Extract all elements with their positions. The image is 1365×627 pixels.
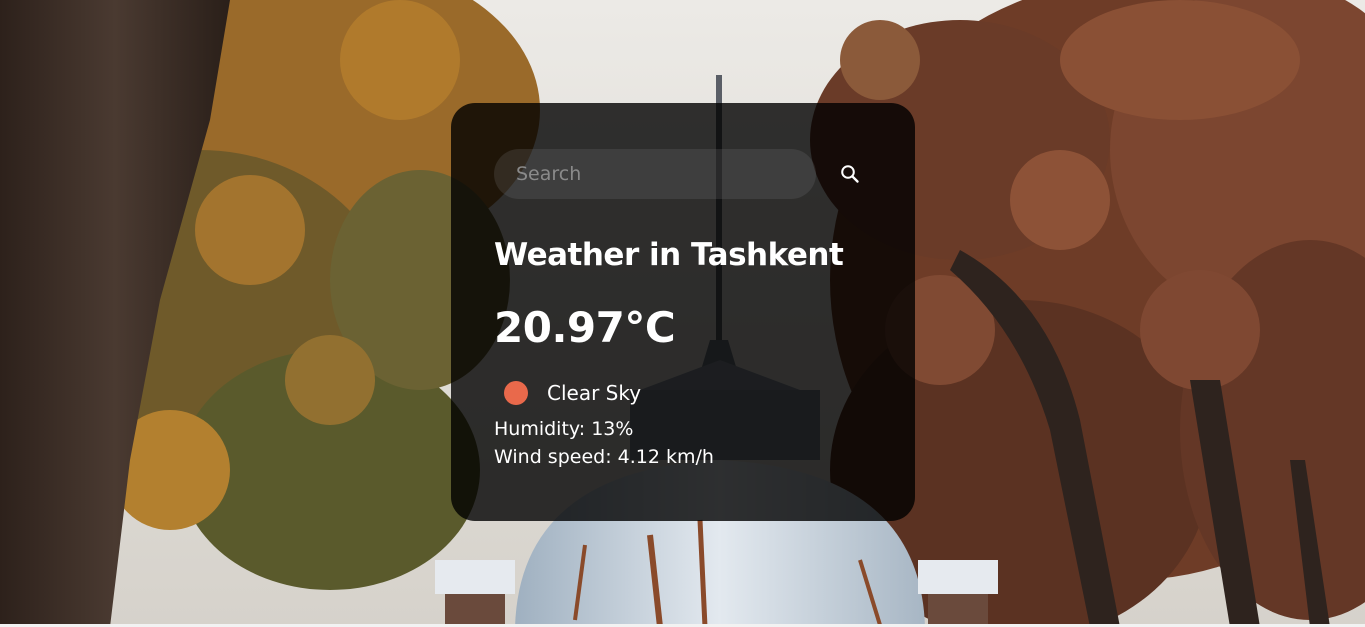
temperature: 20.97°C: [494, 303, 676, 353]
weather-card: Weather in Tashkent 20.97°C Clear Sky Hu…: [451, 103, 915, 521]
wind-speed: Wind speed: 4.12 km/h: [494, 445, 714, 468]
search-button[interactable]: [832, 156, 868, 192]
search-icon: [840, 164, 860, 184]
weather-description-row: Clear Sky: [494, 380, 872, 405]
search-bar: [494, 149, 872, 199]
search-input[interactable]: [494, 149, 816, 199]
weather-description: Clear Sky: [547, 380, 642, 405]
clear-sky-icon: [504, 380, 528, 405]
humidity: Humidity: 13%: [494, 417, 634, 440]
city-title: Weather in Tashkent: [494, 237, 844, 273]
